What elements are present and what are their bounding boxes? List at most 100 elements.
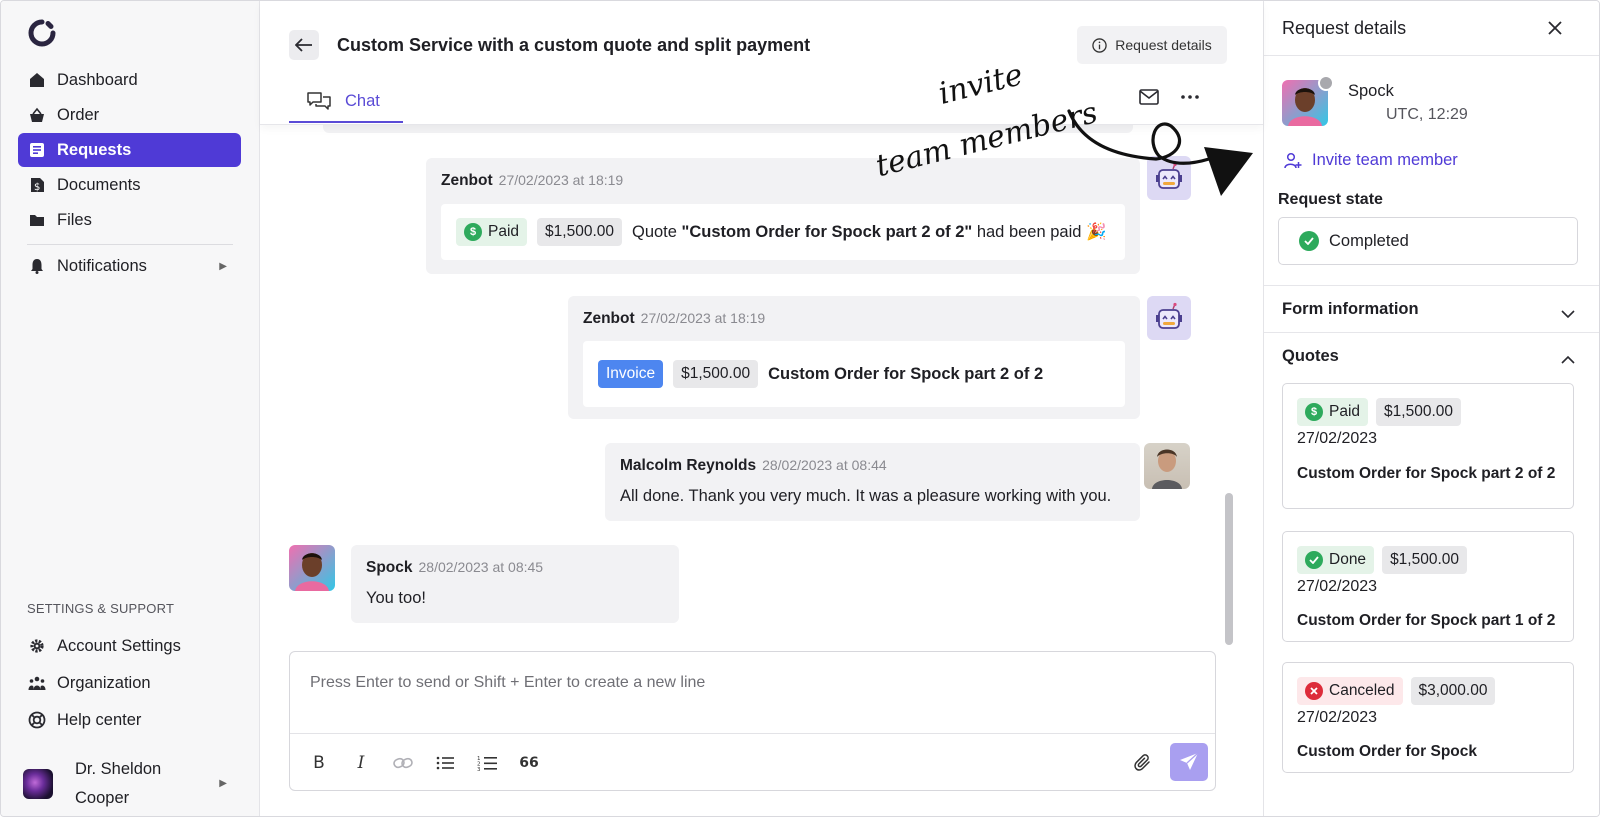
message-composer: B I 123 66 [289, 651, 1216, 791]
close-icon [1548, 21, 1562, 35]
bot-avatar [1147, 296, 1191, 340]
panel-title: Request details [1282, 18, 1407, 38]
bullet-list-button[interactable] [430, 748, 460, 778]
invoice-card[interactable]: Invoice $1,500.00 Custom Order for Spock… [583, 341, 1125, 407]
presence-status-dot [1318, 75, 1334, 91]
more-horizontal-icon [1181, 95, 1199, 99]
section-label: SETTINGS & SUPPORT [27, 601, 175, 616]
spock-avatar [289, 545, 335, 591]
attach-button[interactable] [1128, 748, 1158, 778]
home-icon [28, 71, 46, 89]
app-logo-icon[interactable] [27, 18, 57, 48]
invite-label: Invite team member [1312, 151, 1458, 169]
italic-icon: I [357, 753, 365, 773]
form-information-toggle[interactable]: Form information [1282, 300, 1419, 319]
sidebar-item-account-settings[interactable]: Account Settings [18, 629, 241, 663]
client-timezone: UTC, 12:29 [1386, 106, 1468, 123]
invite-team-member-link[interactable]: Invite team member [1284, 151, 1458, 170]
link-icon [393, 757, 413, 769]
amount-badge: $1,500.00 [673, 360, 759, 388]
amount-badge: $3,000.00 [1410, 677, 1496, 705]
client-name: Spock [1348, 82, 1394, 100]
sidebar-item-dashboard[interactable]: Dashboard [18, 63, 241, 97]
message-author: Spock [366, 559, 413, 576]
tab-chat[interactable]: Chat [289, 81, 403, 123]
status-badge-canceled: Canceled [1297, 677, 1403, 705]
chevron-down-icon[interactable] [1560, 306, 1576, 322]
sidebar-item-order[interactable]: Order [18, 98, 241, 132]
sidebar: Dashboard Order Requests $ Documents Fil… [1, 1, 260, 816]
quote-card[interactable]: $ Paid $1,500.00 27/02/2023 Custom Order … [1282, 383, 1574, 509]
paperclip-icon [1134, 754, 1150, 771]
bot-avatar [1147, 156, 1191, 200]
request-header: Custom Service with a custom quote and s… [260, 1, 1263, 125]
back-button[interactable] [289, 30, 319, 60]
sidebar-item-label: Account Settings [57, 636, 181, 655]
link-button[interactable] [388, 748, 418, 778]
italic-button[interactable]: I [346, 748, 376, 778]
more-options-button[interactable] [1178, 85, 1202, 109]
close-panel-button[interactable] [1542, 15, 1568, 41]
sidebar-item-label: Dashboard [57, 70, 138, 89]
status-badge-paid: $ Paid [456, 218, 528, 246]
robot-icon [1156, 302, 1182, 329]
sidebar-divider [27, 244, 233, 245]
request-state-select[interactable]: Completed [1278, 217, 1578, 265]
user-menu[interactable]: Dr. Sheldon Cooper ▶ [18, 756, 241, 812]
email-button[interactable] [1137, 85, 1161, 109]
page-title: Custom Service with a custom quote and s… [337, 35, 811, 55]
request-details-button[interactable]: Request details [1077, 26, 1227, 64]
message-timestamp: 28/02/2023 at 08:44 [762, 457, 887, 473]
chevron-up-icon[interactable] [1560, 352, 1576, 368]
chat-message: Malcolm Reynolds 28/02/2023 at 08:44 All … [605, 443, 1140, 521]
quote-title: Custom Order for Spock part 2 of 2 [1297, 465, 1556, 482]
message-timestamp: 28/02/2023 at 08:45 [418, 559, 544, 575]
divider [1264, 332, 1599, 333]
document-dollar-icon: $ [28, 176, 46, 194]
svg-text:3: 3 [477, 767, 481, 771]
status-badge-done: Done [1297, 546, 1375, 574]
sidebar-item-documents[interactable]: $ Documents [18, 168, 241, 202]
message-timestamp: 27/02/2023 at 18:19 [640, 310, 766, 326]
sidebar-item-label: Help center [57, 710, 142, 729]
invoice-title: Custom Order for Spock part 2 of 2 [768, 364, 1044, 383]
dollar-icon: $ [1305, 403, 1323, 421]
sidebar-item-notifications[interactable]: Notifications ▶ [18, 249, 241, 283]
add-user-icon [1284, 152, 1302, 168]
chat-bubbles-icon [307, 92, 331, 110]
malcolm-avatar [1144, 443, 1190, 489]
x-circle-icon [1305, 682, 1323, 700]
amount-badge: $1,500.00 [1376, 398, 1461, 426]
chat-scrollbar[interactable] [1225, 493, 1233, 645]
quote-button[interactable]: 66 [514, 748, 544, 778]
previous-message [323, 125, 1133, 133]
sidebar-item-organization[interactable]: Organization [18, 666, 241, 700]
sidebar-item-files[interactable]: Files [18, 203, 241, 237]
numbered-list-icon: 123 [477, 756, 497, 771]
expand-caret-icon[interactable]: ▶ [219, 778, 227, 789]
quote-icon: 66 [519, 755, 539, 771]
quote-title: Custom Order for Spock part 1 of 2 [1297, 612, 1556, 629]
send-button[interactable] [1170, 743, 1208, 781]
message-author: Zenbot [583, 310, 635, 327]
quote-date: 27/02/2023 [1297, 578, 1378, 595]
user-avatar [23, 769, 53, 799]
sidebar-item-requests[interactable]: Requests [18, 133, 241, 167]
user-name: Dr. Sheldon Cooper [75, 760, 162, 807]
numbered-list-button[interactable]: 123 [472, 748, 502, 778]
status-badge-paid: $ Paid [1297, 398, 1369, 426]
bold-button[interactable]: B [304, 748, 334, 778]
message-author: Zenbot [441, 172, 493, 189]
quotes-toggle[interactable]: Quotes [1282, 347, 1339, 366]
chat-thread: Zenbot 27/02/2023 at 18:19 $ Paid $1,500.0… [260, 125, 1263, 655]
quote-card[interactable]: Canceled $3,000.00 27/02/2023 Custom Ord… [1282, 662, 1574, 773]
bullet-list-icon [436, 756, 454, 770]
message-input[interactable] [290, 652, 1215, 734]
expand-caret-icon[interactable]: ▶ [219, 261, 227, 272]
main-content: Custom Service with a custom quote and s… [260, 1, 1263, 816]
chat-message: Zenbot 27/02/2023 at 18:19 $ Paid $1,500.0… [426, 158, 1140, 274]
sidebar-item-help-center[interactable]: Help center [18, 703, 241, 737]
check-circle-icon [1305, 551, 1323, 569]
message-timestamp: 27/02/2023 at 18:19 [498, 172, 624, 188]
quote-card[interactable]: Done $1,500.00 27/02/2023 Custom Order f… [1282, 531, 1574, 642]
